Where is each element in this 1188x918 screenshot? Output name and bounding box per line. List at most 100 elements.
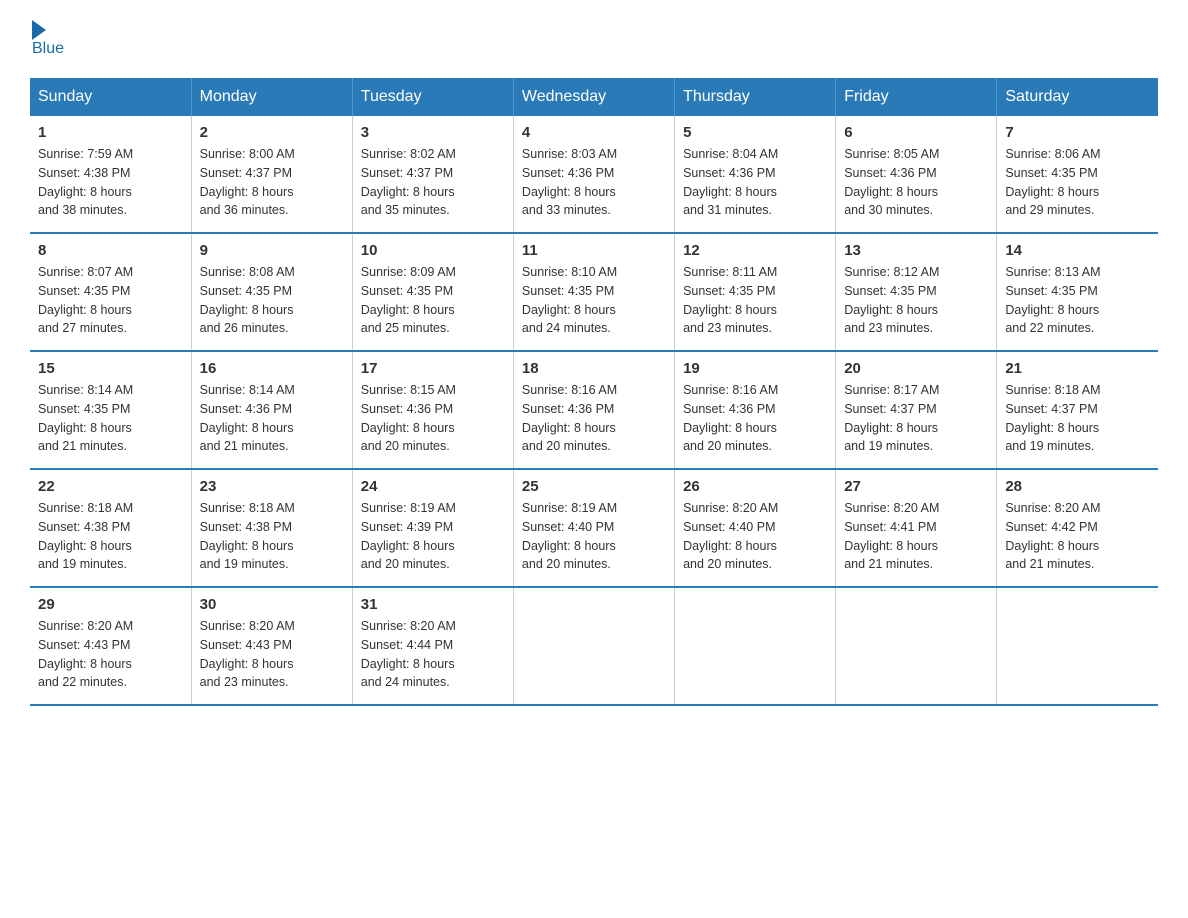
day-number: 14: [1005, 242, 1150, 259]
header-saturday: Saturday: [997, 78, 1158, 116]
day-cell: 29 Sunrise: 8:20 AMSunset: 4:43 PMDayligh…: [30, 587, 191, 705]
day-info: Sunrise: 8:00 AMSunset: 4:37 PMDaylight:…: [200, 145, 344, 220]
day-number: 2: [200, 124, 344, 141]
day-info: Sunrise: 8:07 AMSunset: 4:35 PMDaylight:…: [38, 263, 183, 338]
day-number: 3: [361, 124, 505, 141]
day-info: Sunrise: 8:05 AMSunset: 4:36 PMDaylight:…: [844, 145, 988, 220]
day-cell: 26 Sunrise: 8:20 AMSunset: 4:40 PMDayligh…: [675, 469, 836, 587]
day-info: Sunrise: 8:12 AMSunset: 4:35 PMDaylight:…: [844, 263, 988, 338]
day-info: Sunrise: 8:08 AMSunset: 4:35 PMDaylight:…: [200, 263, 344, 338]
day-number: 27: [844, 478, 988, 495]
day-info: Sunrise: 8:18 AMSunset: 4:38 PMDaylight:…: [38, 499, 183, 574]
day-cell: 27 Sunrise: 8:20 AMSunset: 4:41 PMDayligh…: [836, 469, 997, 587]
day-info: Sunrise: 8:11 AMSunset: 4:35 PMDaylight:…: [683, 263, 827, 338]
day-cell: 25Sunrise: 8:19 AMSunset: 4:40 PMDayligh…: [513, 469, 674, 587]
day-cell: 22 Sunrise: 8:18 AMSunset: 4:38 PMDayligh…: [30, 469, 191, 587]
day-number: 21: [1005, 360, 1150, 377]
day-cell: [836, 587, 997, 705]
day-info: Sunrise: 8:10 AMSunset: 4:35 PMDaylight:…: [522, 263, 666, 338]
day-number: 25: [522, 478, 666, 495]
week-row-2: 8 Sunrise: 8:07 AMSunset: 4:35 PMDaylight…: [30, 233, 1158, 351]
day-info: Sunrise: 8:20 AMSunset: 4:40 PMDaylight:…: [683, 499, 827, 574]
week-row-3: 15 Sunrise: 8:14 AMSunset: 4:35 PMDayligh…: [30, 351, 1158, 469]
day-number: 11: [522, 242, 666, 259]
day-number: 29: [38, 596, 183, 613]
day-cell: 16 Sunrise: 8:14 AMSunset: 4:36 PMDayligh…: [191, 351, 352, 469]
day-info: Sunrise: 8:09 AMSunset: 4:35 PMDaylight:…: [361, 263, 505, 338]
day-number: 17: [361, 360, 505, 377]
header-tuesday: Tuesday: [352, 78, 513, 116]
day-info: Sunrise: 8:20 AMSunset: 4:44 PMDaylight:…: [361, 617, 505, 692]
day-cell: 6 Sunrise: 8:05 AMSunset: 4:36 PMDaylight…: [836, 116, 997, 233]
day-info: Sunrise: 8:20 AMSunset: 4:43 PMDaylight:…: [38, 617, 183, 692]
day-number: 22: [38, 478, 183, 495]
day-number: 4: [522, 124, 666, 141]
logo: Blue: [30, 20, 64, 58]
day-info: Sunrise: 8:16 AMSunset: 4:36 PMDaylight:…: [683, 381, 827, 456]
day-cell: [513, 587, 674, 705]
day-cell: 17 Sunrise: 8:15 AMSunset: 4:36 PMDayligh…: [352, 351, 513, 469]
day-number: 8: [38, 242, 183, 259]
day-number: 26: [683, 478, 827, 495]
calendar-table: SundayMondayTuesdayWednesdayThursdayFrid…: [30, 78, 1158, 706]
day-number: 23: [200, 478, 344, 495]
header-thursday: Thursday: [675, 78, 836, 116]
day-info: Sunrise: 7:59 AMSunset: 4:38 PMDaylight:…: [38, 145, 183, 220]
day-number: 12: [683, 242, 827, 259]
calendar-header-row: SundayMondayTuesdayWednesdayThursdayFrid…: [30, 78, 1158, 116]
day-info: Sunrise: 8:14 AMSunset: 4:36 PMDaylight:…: [200, 381, 344, 456]
day-info: Sunrise: 8:13 AMSunset: 4:35 PMDaylight:…: [1005, 263, 1150, 338]
day-cell: 5Sunrise: 8:04 AMSunset: 4:36 PMDaylight…: [675, 116, 836, 233]
day-cell: 13 Sunrise: 8:12 AMSunset: 4:35 PMDayligh…: [836, 233, 997, 351]
day-cell: 30 Sunrise: 8:20 AMSunset: 4:43 PMDayligh…: [191, 587, 352, 705]
day-number: 16: [200, 360, 344, 377]
header-friday: Friday: [836, 78, 997, 116]
page-header: Blue: [30, 20, 1158, 58]
day-cell: 15 Sunrise: 8:14 AMSunset: 4:35 PMDayligh…: [30, 351, 191, 469]
week-row-4: 22 Sunrise: 8:18 AMSunset: 4:38 PMDayligh…: [30, 469, 1158, 587]
logo-arrow-icon: [32, 20, 46, 40]
header-sunday: Sunday: [30, 78, 191, 116]
day-cell: 9 Sunrise: 8:08 AMSunset: 4:35 PMDaylight…: [191, 233, 352, 351]
day-cell: 24Sunrise: 8:19 AMSunset: 4:39 PMDayligh…: [352, 469, 513, 587]
day-info: Sunrise: 8:18 AMSunset: 4:37 PMDaylight:…: [1005, 381, 1150, 456]
day-cell: 3Sunrise: 8:02 AMSunset: 4:37 PMDaylight…: [352, 116, 513, 233]
day-number: 15: [38, 360, 183, 377]
day-number: 13: [844, 242, 988, 259]
header-wednesday: Wednesday: [513, 78, 674, 116]
week-row-1: 1 Sunrise: 7:59 AMSunset: 4:38 PMDaylight…: [30, 116, 1158, 233]
day-number: 30: [200, 596, 344, 613]
day-cell: [675, 587, 836, 705]
day-number: 24: [361, 478, 505, 495]
day-cell: 11 Sunrise: 8:10 AMSunset: 4:35 PMDayligh…: [513, 233, 674, 351]
day-number: 6: [844, 124, 988, 141]
day-info: Sunrise: 8:20 AMSunset: 4:43 PMDaylight:…: [200, 617, 344, 692]
day-cell: 14 Sunrise: 8:13 AMSunset: 4:35 PMDayligh…: [997, 233, 1158, 351]
day-number: 1: [38, 124, 183, 141]
day-number: 5: [683, 124, 827, 141]
day-number: 10: [361, 242, 505, 259]
day-cell: 12 Sunrise: 8:11 AMSunset: 4:35 PMDayligh…: [675, 233, 836, 351]
day-cell: 28Sunrise: 8:20 AMSunset: 4:42 PMDayligh…: [997, 469, 1158, 587]
day-info: Sunrise: 8:20 AMSunset: 4:42 PMDaylight:…: [1005, 499, 1150, 574]
day-info: Sunrise: 8:20 AMSunset: 4:41 PMDaylight:…: [844, 499, 988, 574]
day-info: Sunrise: 8:16 AMSunset: 4:36 PMDaylight:…: [522, 381, 666, 456]
day-number: 31: [361, 596, 505, 613]
day-cell: 7Sunrise: 8:06 AMSunset: 4:35 PMDaylight…: [997, 116, 1158, 233]
day-number: 9: [200, 242, 344, 259]
day-info: Sunrise: 8:18 AMSunset: 4:38 PMDaylight:…: [200, 499, 344, 574]
day-cell: [997, 587, 1158, 705]
day-cell: 1 Sunrise: 7:59 AMSunset: 4:38 PMDaylight…: [30, 116, 191, 233]
day-info: Sunrise: 8:17 AMSunset: 4:37 PMDaylight:…: [844, 381, 988, 456]
day-cell: 23 Sunrise: 8:18 AMSunset: 4:38 PMDayligh…: [191, 469, 352, 587]
day-cell: 10 Sunrise: 8:09 AMSunset: 4:35 PMDayligh…: [352, 233, 513, 351]
week-row-5: 29 Sunrise: 8:20 AMSunset: 4:43 PMDayligh…: [30, 587, 1158, 705]
day-cell: 8 Sunrise: 8:07 AMSunset: 4:35 PMDaylight…: [30, 233, 191, 351]
day-number: 7: [1005, 124, 1150, 141]
day-cell: 4Sunrise: 8:03 AMSunset: 4:36 PMDaylight…: [513, 116, 674, 233]
day-cell: 31 Sunrise: 8:20 AMSunset: 4:44 PMDayligh…: [352, 587, 513, 705]
day-cell: 18Sunrise: 8:16 AMSunset: 4:36 PMDayligh…: [513, 351, 674, 469]
day-info: Sunrise: 8:14 AMSunset: 4:35 PMDaylight:…: [38, 381, 183, 456]
day-info: Sunrise: 8:15 AMSunset: 4:36 PMDaylight:…: [361, 381, 505, 456]
day-cell: 2 Sunrise: 8:00 AMSunset: 4:37 PMDaylight…: [191, 116, 352, 233]
